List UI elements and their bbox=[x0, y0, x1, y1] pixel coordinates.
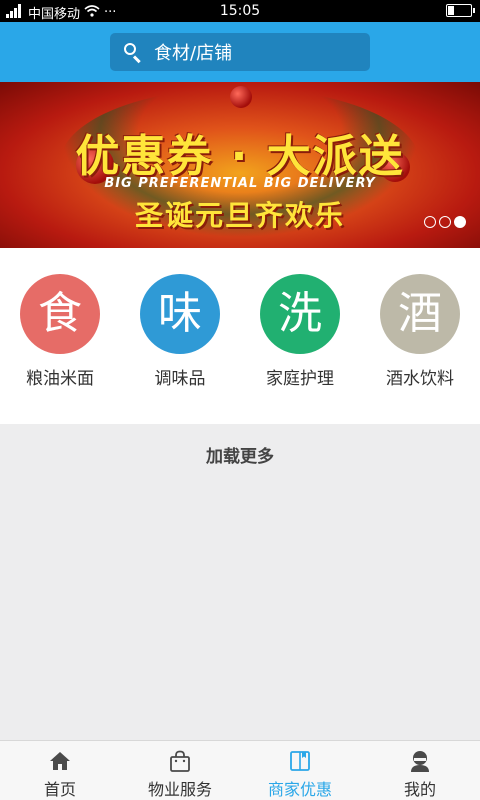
battery-icon bbox=[446, 4, 475, 17]
category-grid: 食 粮油米面 味 调味品 洗 家庭护理 酒 酒水饮料 bbox=[0, 248, 480, 424]
tab-mine[interactable]: 我的 bbox=[360, 741, 480, 800]
category-seasoning[interactable]: 味 调味品 bbox=[120, 274, 240, 389]
tab-merchant-deals[interactable]: 商家优惠 bbox=[240, 741, 360, 800]
liquor-icon: 酒 bbox=[380, 274, 460, 354]
carousel-dot-active[interactable] bbox=[454, 216, 466, 228]
status-bar: 中国移动 ··· 15:05 bbox=[0, 0, 480, 22]
load-more-button[interactable]: 加载更多 bbox=[0, 442, 480, 467]
category-label: 调味品 bbox=[154, 369, 206, 389]
search-bar[interactable]: 食材/店铺 bbox=[110, 33, 370, 71]
tab-label: 首页 bbox=[43, 780, 76, 799]
tab-home[interactable]: 首页 bbox=[0, 741, 120, 800]
home-icon bbox=[49, 750, 71, 772]
category-grain-oil[interactable]: 食 粮油米面 bbox=[0, 274, 120, 389]
tab-label: 商家优惠 bbox=[267, 780, 332, 799]
carousel-dot[interactable] bbox=[439, 216, 451, 228]
carousel-indicator bbox=[424, 216, 466, 228]
carousel-dot[interactable] bbox=[424, 216, 436, 228]
book-icon bbox=[289, 750, 311, 772]
category-label: 粮油米面 bbox=[26, 369, 94, 389]
app-header: 食材/店铺 bbox=[0, 22, 480, 82]
tab-label: 我的 bbox=[403, 780, 436, 799]
category-label: 家庭护理 bbox=[266, 369, 334, 389]
user-icon bbox=[409, 750, 431, 772]
category-home-care[interactable]: 洗 家庭护理 bbox=[240, 274, 360, 389]
banner-subtitle: 圣诞元旦齐欢乐 bbox=[134, 199, 345, 232]
banner-title: 优惠券 · 大派送 bbox=[75, 131, 405, 182]
food-icon: 食 bbox=[20, 274, 100, 354]
search-icon bbox=[122, 41, 144, 64]
banner-subtitle-en: BIG PREFERENTIAL BIG DELIVERY bbox=[104, 176, 376, 191]
tab-label: 物业服务 bbox=[147, 780, 212, 799]
taste-icon: 味 bbox=[140, 274, 220, 354]
promo-banner[interactable]: 优惠券 · 大派送 BIG PREFERENTIAL BIG DELIVERY … bbox=[0, 82, 480, 248]
clock: 15:05 bbox=[219, 3, 261, 19]
tab-property-service[interactable]: 物业服务 bbox=[120, 741, 240, 800]
bottom-tab-bar: 首页 物业服务 商家优惠 我的 bbox=[0, 740, 480, 800]
bag-icon bbox=[169, 750, 191, 772]
category-drinks[interactable]: 酒 酒水饮料 bbox=[360, 274, 480, 389]
category-label: 酒水饮料 bbox=[386, 369, 454, 389]
search-placeholder: 食材/店铺 bbox=[154, 43, 233, 64]
ornament-decoration bbox=[230, 86, 252, 108]
wash-icon: 洗 bbox=[260, 274, 340, 354]
